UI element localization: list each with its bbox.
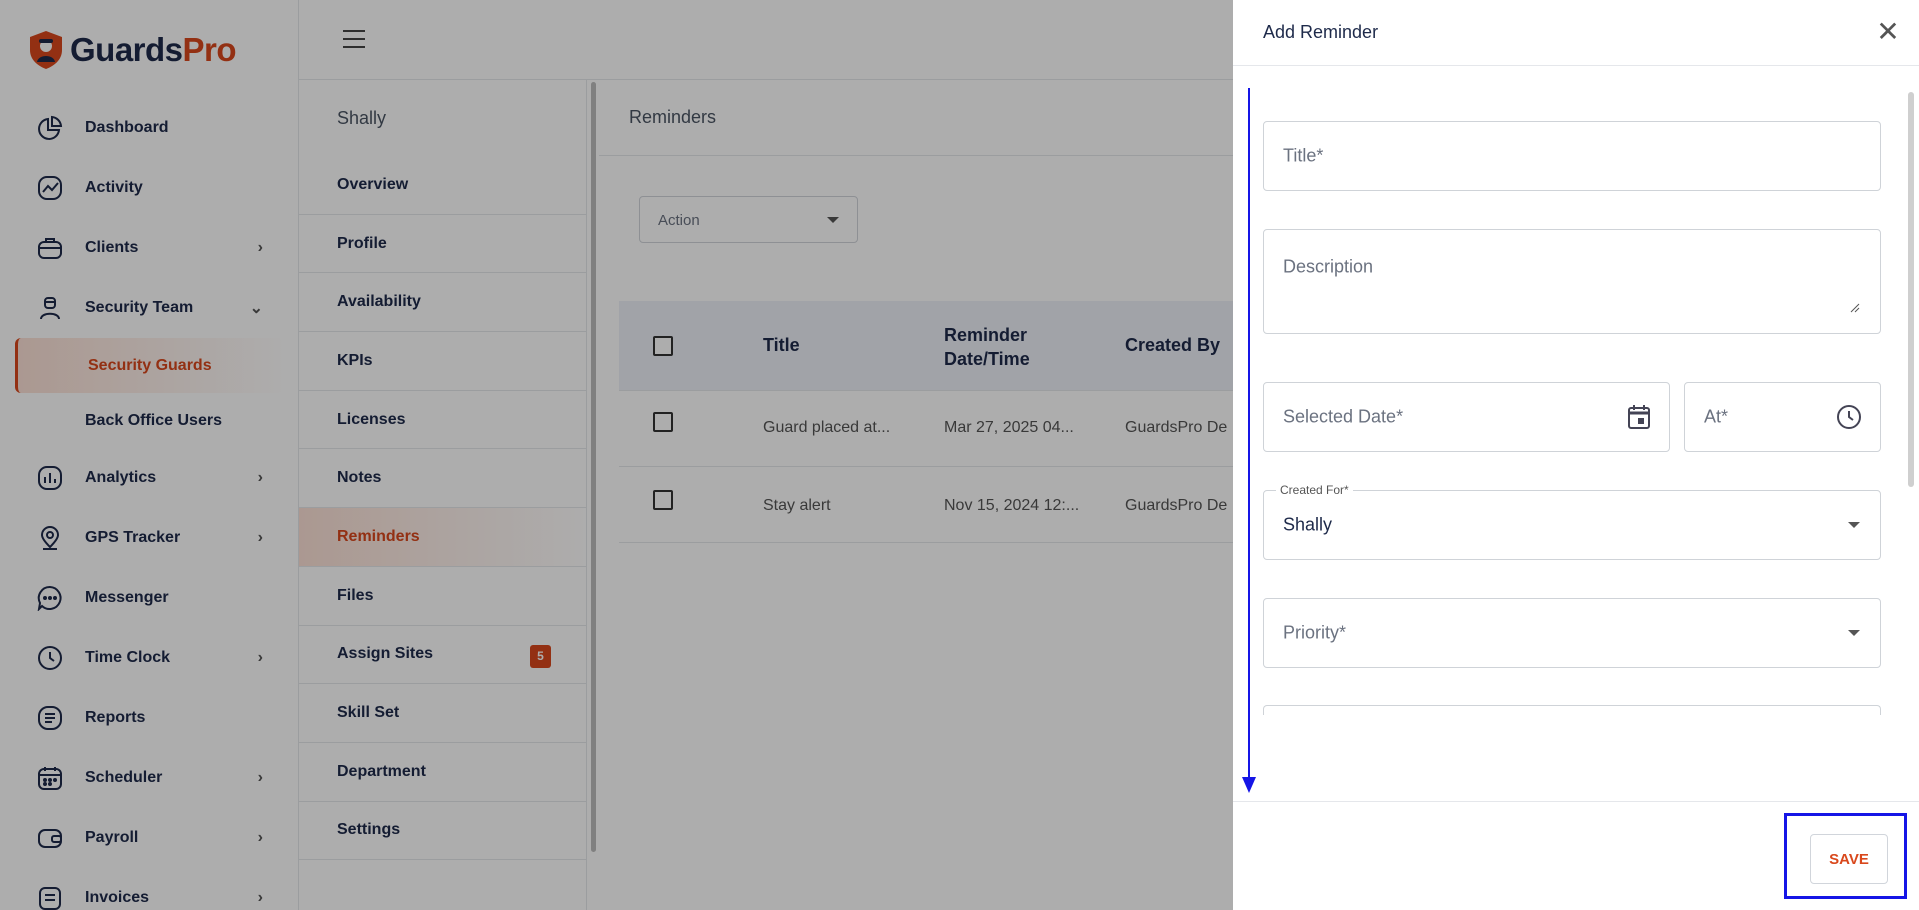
drawer-scrollbar[interactable] — [1908, 92, 1914, 487]
created-for-value: Shally — [1283, 514, 1333, 535]
title-placeholder: Title* — [1283, 145, 1324, 166]
app-root: GuardsPro Dashboard Activity Clients › S… — [0, 0, 1919, 910]
description-placeholder: Description — [1283, 256, 1374, 277]
resize-handle-icon[interactable] — [1850, 303, 1860, 313]
next-field-partial[interactable] — [1263, 705, 1881, 715]
caret-down-icon — [1848, 522, 1860, 528]
save-button-highlight — [1784, 813, 1907, 899]
close-icon[interactable]: ✕ — [1875, 18, 1901, 46]
priority-select[interactable]: Priority* — [1263, 598, 1881, 668]
caret-down-icon — [1848, 630, 1860, 636]
calendar-icon[interactable] — [1627, 404, 1651, 430]
drawer-title: Add Reminder — [1233, 0, 1919, 66]
selected-date-field[interactable]: Selected Date* — [1263, 382, 1670, 452]
time-placeholder: At* — [1704, 406, 1729, 427]
time-field[interactable]: At* — [1684, 382, 1881, 452]
add-reminder-drawer: Add Reminder ✕ Title* Description Select… — [1233, 0, 1919, 910]
title-field[interactable]: Title* — [1263, 121, 1881, 191]
priority-placeholder: Priority* — [1283, 622, 1347, 643]
clock-icon[interactable] — [1836, 404, 1862, 430]
modal-backdrop[interactable] — [0, 0, 1233, 910]
date-placeholder: Selected Date* — [1283, 406, 1404, 427]
arrowhead-down-icon — [1242, 777, 1256, 793]
description-field[interactable]: Description — [1263, 229, 1881, 334]
created-for-select[interactable]: Created For* Shally — [1263, 483, 1881, 560]
scroll-down-annotation-arrow — [1248, 88, 1250, 778]
created-for-label: Created For* — [1276, 483, 1353, 497]
